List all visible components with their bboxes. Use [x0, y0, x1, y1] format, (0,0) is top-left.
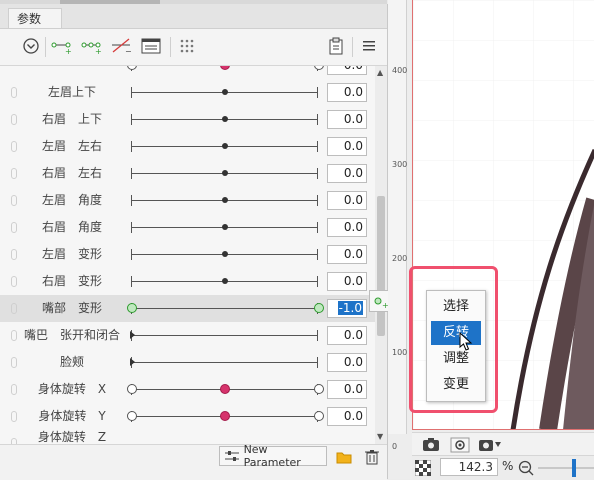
parameter-row[interactable]: 左眉上下 0.0	[0, 79, 375, 106]
zoom-out-icon[interactable]	[518, 460, 534, 479]
scroll-down-icon[interactable]: ▼	[377, 432, 383, 442]
menu-icon[interactable]	[358, 36, 380, 56]
folder-icon[interactable]	[336, 450, 352, 467]
ruler-label: 300	[392, 160, 408, 169]
parameter-label: 左眉 左右	[41, 139, 102, 153]
lock-icon[interactable]	[11, 303, 17, 314]
clipboard-icon[interactable]	[325, 36, 347, 56]
camera-export-icon[interactable]	[478, 436, 502, 455]
parameter-value[interactable]: 0.0	[327, 272, 367, 291]
parameter-label: 左眉上下	[47, 85, 96, 99]
parameter-value[interactable]: 0.0	[327, 137, 367, 156]
lock-icon[interactable]	[11, 249, 17, 260]
parameter-label: 右眉 上下	[41, 112, 102, 126]
zoom-slider-track[interactable]	[538, 467, 594, 469]
parameter-label: 左眉 角度	[41, 193, 102, 207]
parameter-row[interactable]: 右眉 变形 0.0	[0, 268, 375, 295]
keys-three-icon[interactable]: +	[80, 36, 102, 56]
panel-tab-row: 参数	[0, 4, 387, 29]
panel-view-icon[interactable]	[140, 36, 162, 56]
parameter-row[interactable]: 脸颊 0.0	[0, 349, 375, 376]
zoom-unit: %	[502, 459, 514, 473]
panel-bottom-bar	[0, 444, 387, 480]
parameter-row[interactable]: 左眉 变形 0.0	[0, 241, 375, 268]
canvas-toolbar	[412, 432, 594, 455]
parameter-row[interactable]: 右眉 角度 0.0	[0, 214, 375, 241]
parameter-value[interactable]: -1.0	[327, 299, 367, 318]
parameter-value[interactable]: 0.0	[327, 218, 367, 237]
keys-two-icon[interactable]: +	[50, 36, 72, 56]
lock-icon[interactable]	[11, 276, 17, 287]
chevron-circle-icon[interactable]	[20, 36, 42, 56]
lock-icon[interactable]	[11, 195, 17, 206]
parameter-label: 左眉 变形	[41, 247, 102, 261]
parameter-row[interactable]: 左眉 角度 0.0	[0, 187, 375, 214]
parameter-list: 0.0 左眉上下 0.0 右眉 上下 0.0 左眉 左右 0.0 右眉 左右 0…	[0, 66, 375, 444]
checker-icon[interactable]	[414, 459, 432, 479]
parameter-label: 脸颊	[59, 355, 84, 369]
parameter-row[interactable]: 身体旋转 Z	[0, 430, 375, 444]
tab-parameters[interactable]: 参数	[8, 8, 62, 28]
ruler-label: 400	[392, 66, 408, 75]
grid-dots-icon[interactable]	[176, 36, 198, 56]
camera-icon[interactable]	[422, 436, 440, 455]
parameter-value[interactable]: 0.0	[327, 245, 367, 264]
parameter-value[interactable]: 0.0	[327, 326, 367, 345]
trash-icon[interactable]	[365, 449, 379, 468]
parameter-row[interactable]: 右眉 上下 0.0	[0, 106, 375, 133]
svg-text:+: +	[95, 47, 102, 55]
parameter-label: 右眉 左右	[41, 166, 102, 180]
parameter-label: 身体旋转 X	[37, 382, 107, 396]
svg-text:+: +	[65, 47, 72, 55]
parameter-row[interactable]: 左眉 左右 0.0	[0, 133, 375, 160]
parameter-value[interactable]: 0.0	[327, 407, 367, 426]
parameter-value[interactable]: 0.0	[327, 380, 367, 399]
vertical-ruler: 400 300 200 100 0	[388, 0, 408, 451]
mouse-cursor-icon	[459, 331, 473, 355]
lock-icon[interactable]	[11, 87, 17, 98]
parameter-label: 身体旋转 Z	[37, 430, 107, 444]
zoom-input[interactable]: 142.3	[440, 458, 498, 476]
parameter-value[interactable]: 0.0	[327, 110, 367, 129]
lock-icon[interactable]	[11, 384, 17, 395]
parameter-row[interactable]: 右眉 左右 0.0	[0, 160, 375, 187]
delete-keys-icon[interactable]: −	[110, 36, 132, 56]
ruler-label: 200	[392, 254, 408, 263]
zoom-slider-thumb[interactable]	[572, 459, 576, 477]
parameter-value[interactable]: 0.0	[327, 191, 367, 210]
parameter-list-scrollbar[interactable]: ▲ ▼	[375, 66, 387, 444]
scroll-up-icon[interactable]: ▲	[377, 68, 383, 78]
lock-icon[interactable]	[11, 411, 17, 422]
parameter-value[interactable]: 0.0	[327, 66, 367, 75]
parameter-value[interactable]: 0.0	[327, 83, 367, 102]
lock-icon[interactable]	[11, 330, 17, 341]
lock-icon[interactable]	[11, 114, 17, 125]
new-parameter-label: New Parameter	[243, 443, 301, 469]
parameter-row[interactable]: 0.0	[0, 66, 375, 79]
parameter-row[interactable]: 身体旋转 X 0.0	[0, 376, 375, 403]
lock-icon[interactable]	[11, 357, 17, 368]
new-parameter-button[interactable]: New Parameter	[219, 443, 327, 469]
parameter-row-selected[interactable]: 嘴部 变形 -1.0	[0, 295, 375, 322]
parameter-label: 右眉 变形	[41, 274, 102, 288]
highlight-annotation-box	[409, 266, 498, 413]
parameter-value[interactable]: 0.0	[327, 353, 367, 372]
sliders-icon	[225, 451, 239, 461]
parameter-value[interactable]: 0.0	[327, 164, 367, 183]
parameters-panel: 参数 + + − 0.0	[0, 4, 388, 480]
parameter-label: 嘴部 变形	[41, 301, 102, 315]
lock-icon[interactable]	[11, 168, 17, 179]
parameters-toolbar: + + −	[0, 29, 387, 66]
camera-settings-icon[interactable]	[450, 435, 470, 456]
add-key-icon: +	[374, 297, 389, 310]
lock-icon[interactable]	[11, 222, 17, 233]
parameter-label: 嘴巴 张开和闭合	[23, 328, 120, 342]
parameter-row[interactable]: 嘴巴 张开和闭合 0.0	[0, 322, 375, 349]
lock-icon[interactable]	[11, 141, 17, 152]
parameter-label: 右眉 角度	[41, 220, 102, 234]
ruler-label: 0	[392, 442, 398, 451]
svg-text:−: −	[125, 47, 132, 55]
ruler-label: 100	[392, 348, 408, 357]
